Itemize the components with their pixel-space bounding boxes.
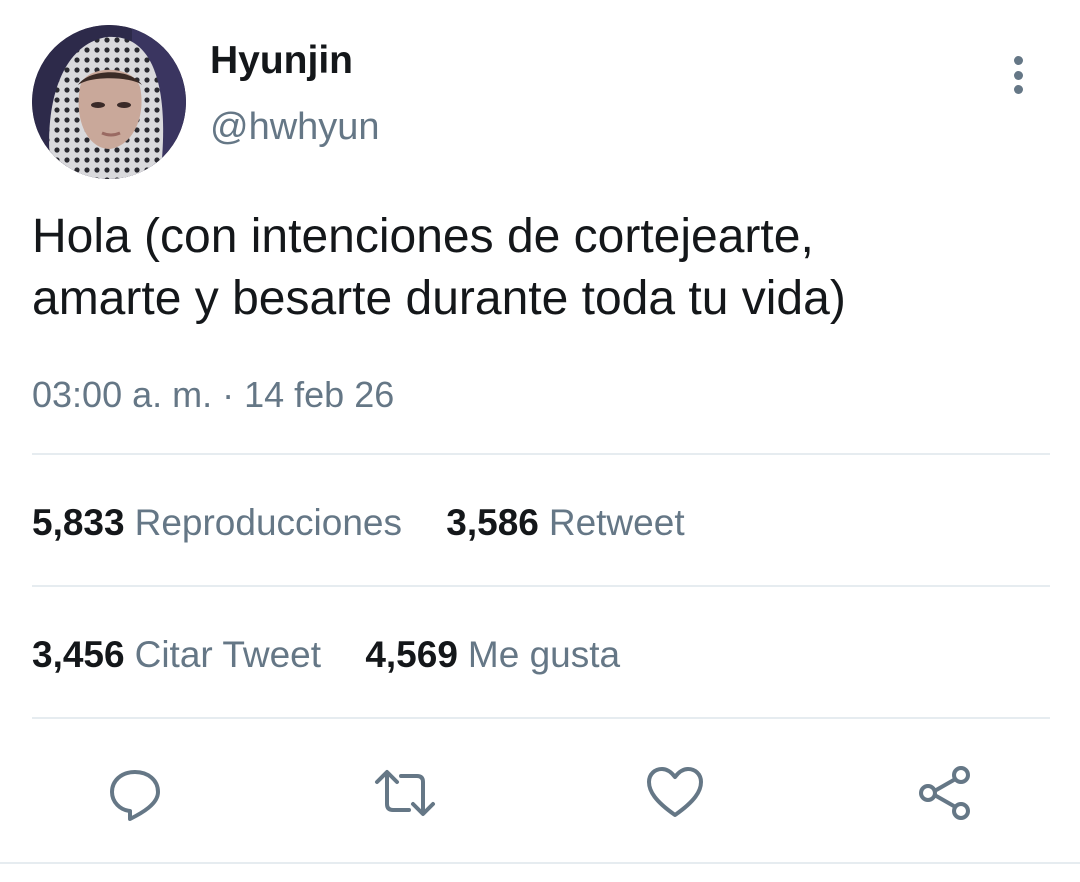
likes-label: Me gusta bbox=[467, 634, 621, 675]
stats-row: 3,456 Citar Tweet 4,569 Me gusta bbox=[32, 632, 654, 678]
like-icon bbox=[647, 767, 703, 817]
retweets-count: 3,586 bbox=[446, 502, 539, 543]
avatar-image bbox=[32, 25, 186, 179]
retweet-icon bbox=[375, 770, 435, 816]
tweet-text: Hola (con intenciones de cortejearte, am… bbox=[32, 206, 1042, 330]
stats-row: 5,833 Reproducciones 3,586 Retweet bbox=[32, 500, 719, 546]
tweet-text-line: Hola (con intenciones de cortejearte, bbox=[32, 210, 814, 263]
more-options-button[interactable] bbox=[998, 52, 1038, 98]
avatar[interactable] bbox=[32, 25, 186, 179]
divider bbox=[32, 453, 1050, 455]
more-dot-icon bbox=[1013, 56, 1023, 65]
divider bbox=[32, 585, 1050, 587]
tweet-detail: Hyunjin @hwhyun Hola (con intenciones de… bbox=[0, 0, 1080, 882]
more-dot-icon bbox=[1013, 85, 1023, 94]
quotes-label: Citar Tweet bbox=[134, 634, 322, 675]
share-button[interactable] bbox=[910, 758, 980, 828]
retweets-stat[interactable]: 3,586 Retweet bbox=[446, 500, 684, 546]
retweets-label: Retweet bbox=[548, 502, 685, 543]
retweet-button[interactable] bbox=[370, 758, 440, 828]
share-icon bbox=[919, 766, 970, 820]
reply-button[interactable] bbox=[100, 758, 170, 828]
display-name[interactable]: Hyunjin bbox=[210, 38, 353, 84]
tweet-timestamp[interactable]: 03:00 a. m. · 14 feb 26 bbox=[32, 372, 394, 418]
views-stat[interactable]: 5,833 Reproducciones bbox=[32, 500, 402, 546]
reply-icon bbox=[110, 770, 160, 821]
views-label: Reproducciones bbox=[134, 502, 402, 543]
action-bar bbox=[0, 758, 1080, 828]
quotes-count: 3,456 bbox=[32, 634, 125, 675]
divider bbox=[32, 717, 1050, 719]
like-button[interactable] bbox=[640, 758, 710, 828]
more-dot-icon bbox=[1013, 70, 1023, 80]
bottom-divider bbox=[0, 862, 1080, 864]
quotes-stat[interactable]: 3,456 Citar Tweet bbox=[32, 632, 321, 678]
likes-stat[interactable]: 4,569 Me gusta bbox=[365, 632, 620, 678]
tweet-text-line: amarte y besarte durante toda tu vida) bbox=[32, 272, 846, 325]
views-count: 5,833 bbox=[32, 502, 125, 543]
user-handle[interactable]: @hwhyun bbox=[210, 104, 380, 150]
likes-count: 4,569 bbox=[365, 634, 458, 675]
